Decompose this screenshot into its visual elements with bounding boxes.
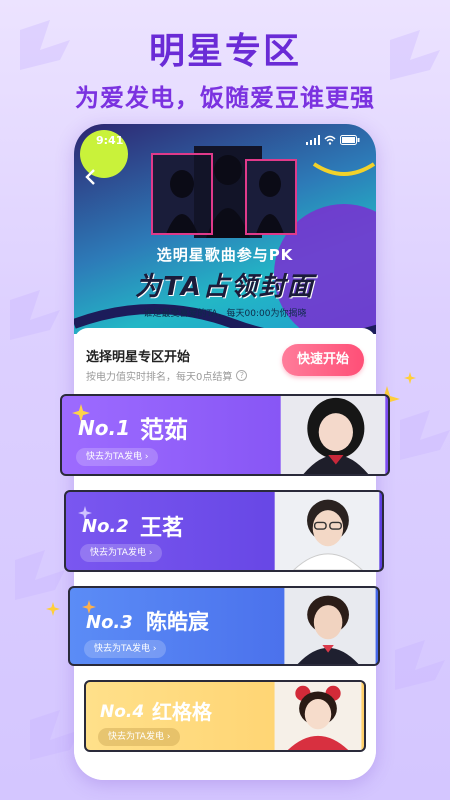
- cheer-button[interactable]: 快去为TA发电 ›: [80, 544, 163, 562]
- rank-label: No.3: [86, 612, 133, 633]
- section-subtitle: 按电力值实时排名，每天0点结算 ?: [86, 368, 248, 383]
- cheer-button[interactable]: 快去为TA发电 ›: [98, 728, 181, 746]
- status-bar: 9:41: [96, 132, 360, 148]
- ranking-card-2[interactable]: No.2 王茗 快去为TA发电 ›: [64, 490, 384, 572]
- ranking-card-1[interactable]: No.1 范茹 快去为TA发电 ›: [60, 394, 390, 476]
- ranking-card-4[interactable]: No.4 红格格 快去为TA发电 ›: [84, 680, 366, 752]
- star-name: 范茹: [140, 416, 188, 444]
- quick-start-button[interactable]: 快速开始: [282, 344, 364, 376]
- section-title: 选择明星专区开始: [86, 350, 191, 365]
- star-name: 陈皓宸: [146, 610, 209, 634]
- banner-note: 谁是最受喜爱的TA，每天00:00为你揭晓: [143, 309, 307, 319]
- promo-banner: 9:41 选明星歌曲参与PK 为TA占领封面 谁是最受喜爱的TA，每天00:00…: [74, 124, 376, 334]
- cheer-button[interactable]: 快去为TA发电 ›: [76, 448, 159, 466]
- star-name: 红格格: [152, 700, 212, 724]
- star-name: 王茗: [140, 516, 185, 541]
- battery-icon: [340, 135, 360, 145]
- section-subtitle-text: 按电力值实时排名，每天0点结算: [86, 372, 233, 383]
- banner-headline: 为TA占领封面: [135, 272, 315, 302]
- star-photo: [280, 396, 386, 474]
- signal-icon: [306, 135, 320, 145]
- rank-label: No.4: [100, 702, 145, 722]
- promo-subline: 为爱发电，饭随爱豆谁更强: [75, 84, 375, 112]
- promo-headline: 明星专区: [148, 31, 301, 72]
- sparkle-icon: [46, 602, 60, 616]
- star-photo: [274, 682, 362, 750]
- rank-label: No.1: [78, 416, 130, 440]
- cheer-button[interactable]: 快去为TA发电 ›: [84, 640, 167, 658]
- rank-label: No.2: [82, 516, 129, 537]
- help-icon[interactable]: ?: [236, 370, 248, 381]
- wifi-icon: [324, 135, 336, 145]
- ranking-card-3[interactable]: No.3 陈皓宸 快去为TA发电 ›: [68, 586, 380, 666]
- back-chevron-icon[interactable]: [82, 168, 100, 186]
- star-photo: [274, 492, 380, 570]
- sparkle-icon: [404, 372, 416, 384]
- status-time: 9:41: [96, 133, 124, 147]
- star-photo: [284, 588, 376, 664]
- banner-title: 选明星歌曲参与PK: [156, 246, 294, 264]
